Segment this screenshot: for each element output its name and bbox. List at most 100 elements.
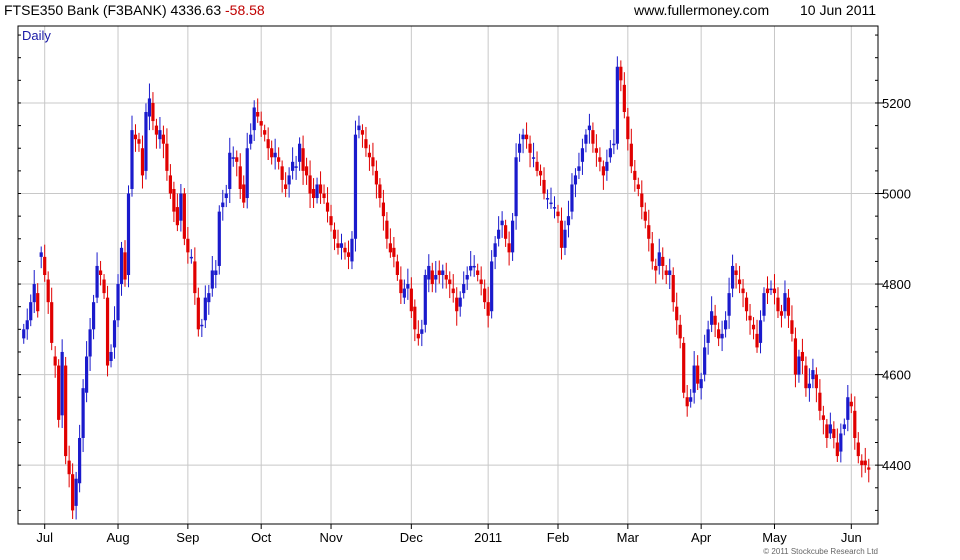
ohlc-body [203, 297, 207, 321]
ohlc-body [455, 297, 459, 312]
ohlc-body [165, 143, 169, 171]
ohlc-body [779, 311, 784, 316]
ohlc-body [790, 320, 794, 334]
ohlc-body [402, 288, 406, 298]
ohlc-body [458, 297, 462, 307]
ohlc-body [545, 198, 550, 200]
ohlc-body [573, 175, 578, 185]
ohlc-body [231, 157, 235, 159]
ohlc-body [783, 293, 787, 312]
ohlc-body [252, 107, 256, 131]
ohlc-body [364, 139, 368, 149]
ohlc-body [678, 324, 682, 339]
ohlc-body [297, 143, 302, 162]
ohlc-body [490, 261, 494, 312]
ohlc-body [346, 252, 351, 257]
ohlc-body [710, 311, 714, 325]
ohlc-body [294, 166, 298, 168]
ohlc-body [846, 397, 850, 420]
ohlc-body [395, 261, 399, 275]
ohlc-body [325, 202, 330, 212]
ohlc-body [179, 193, 183, 221]
ohlc-body [214, 270, 218, 275]
ohlc-body [696, 365, 700, 384]
ohlc-body [741, 288, 745, 294]
ohlc-body [570, 184, 574, 212]
ohlc-body [594, 148, 599, 153]
ohlc-body [580, 148, 585, 162]
ohlc-body [84, 356, 89, 393]
ohlc-body [343, 247, 347, 253]
interval-label: Daily [22, 28, 51, 43]
ohlc-body [842, 424, 846, 429]
ohlc-body [46, 279, 50, 303]
ohlc-body [744, 297, 749, 312]
ohlc-body [664, 270, 668, 275]
ohlc-body [50, 302, 54, 343]
ohlc-body [315, 184, 319, 199]
ohlc-body [647, 225, 651, 239]
ohlc-body [140, 148, 145, 176]
ohlc-body [154, 125, 159, 135]
ohlc-body [626, 116, 630, 140]
ohlc-body [430, 270, 434, 285]
ohlc-body [619, 66, 623, 81]
ohlc-body [182, 193, 186, 239]
ohlc-body [629, 143, 633, 167]
ohlc-body [137, 139, 141, 144]
ohlc-body [762, 293, 766, 316]
ohlc-body [270, 148, 274, 158]
ohlc-body [448, 279, 452, 285]
ohlc-body [371, 157, 375, 167]
ohlc-body [409, 288, 413, 312]
ohlc-body [867, 467, 871, 470]
ohlc-body [81, 388, 85, 438]
ohlc-body [650, 243, 654, 262]
ohlc-body [517, 143, 522, 153]
y-tick-label: 5200 [882, 96, 911, 111]
ohlc-body [200, 324, 204, 327]
ohlc-body [74, 478, 78, 506]
ohlc-body [566, 216, 571, 226]
x-tick-label: 2011 [474, 530, 502, 545]
x-tick-label: Feb [547, 530, 569, 545]
ohlc-body [71, 474, 75, 511]
ohlc-body [717, 329, 721, 339]
ohlc-body [172, 188, 176, 212]
ohlc-body [556, 211, 560, 217]
ohlc-body [640, 193, 644, 208]
ohlc-body [821, 415, 825, 420]
ohlc-body [598, 157, 602, 162]
ohlc-body [692, 365, 696, 393]
grid-lines [18, 26, 878, 524]
ohlc-body [671, 275, 675, 303]
x-tick-label: Sep [176, 530, 199, 545]
ohlc-body [828, 424, 832, 434]
ohlc-body [510, 220, 515, 253]
ohlc-body [311, 188, 316, 199]
ohlc-body [53, 356, 57, 366]
ohlc-body [563, 229, 567, 248]
ohlc-body [437, 270, 441, 275]
ohlc-body [168, 175, 173, 194]
ohlc-body [263, 130, 267, 135]
ohlc-body [734, 270, 738, 275]
plot-frame [17, 25, 879, 525]
ohlc-body [786, 297, 791, 316]
ohlc-body [441, 270, 445, 275]
ohlc-body [196, 297, 200, 330]
ohlc-body [720, 333, 724, 339]
x-tick-label: Mar [617, 530, 640, 545]
ohlc-body [853, 410, 857, 438]
ohlc-body [32, 284, 36, 303]
ohlc-body [256, 112, 260, 117]
ohlc-body [472, 265, 476, 268]
ohlc-body [39, 252, 43, 257]
ohlc-body [531, 157, 536, 159]
ohlc-body [207, 293, 211, 303]
ohlc-body [860, 460, 864, 466]
ohlc-body [514, 157, 518, 217]
ohlc-body [249, 134, 253, 144]
ohlc-body [280, 166, 284, 180]
ohlc-body [549, 202, 553, 205]
